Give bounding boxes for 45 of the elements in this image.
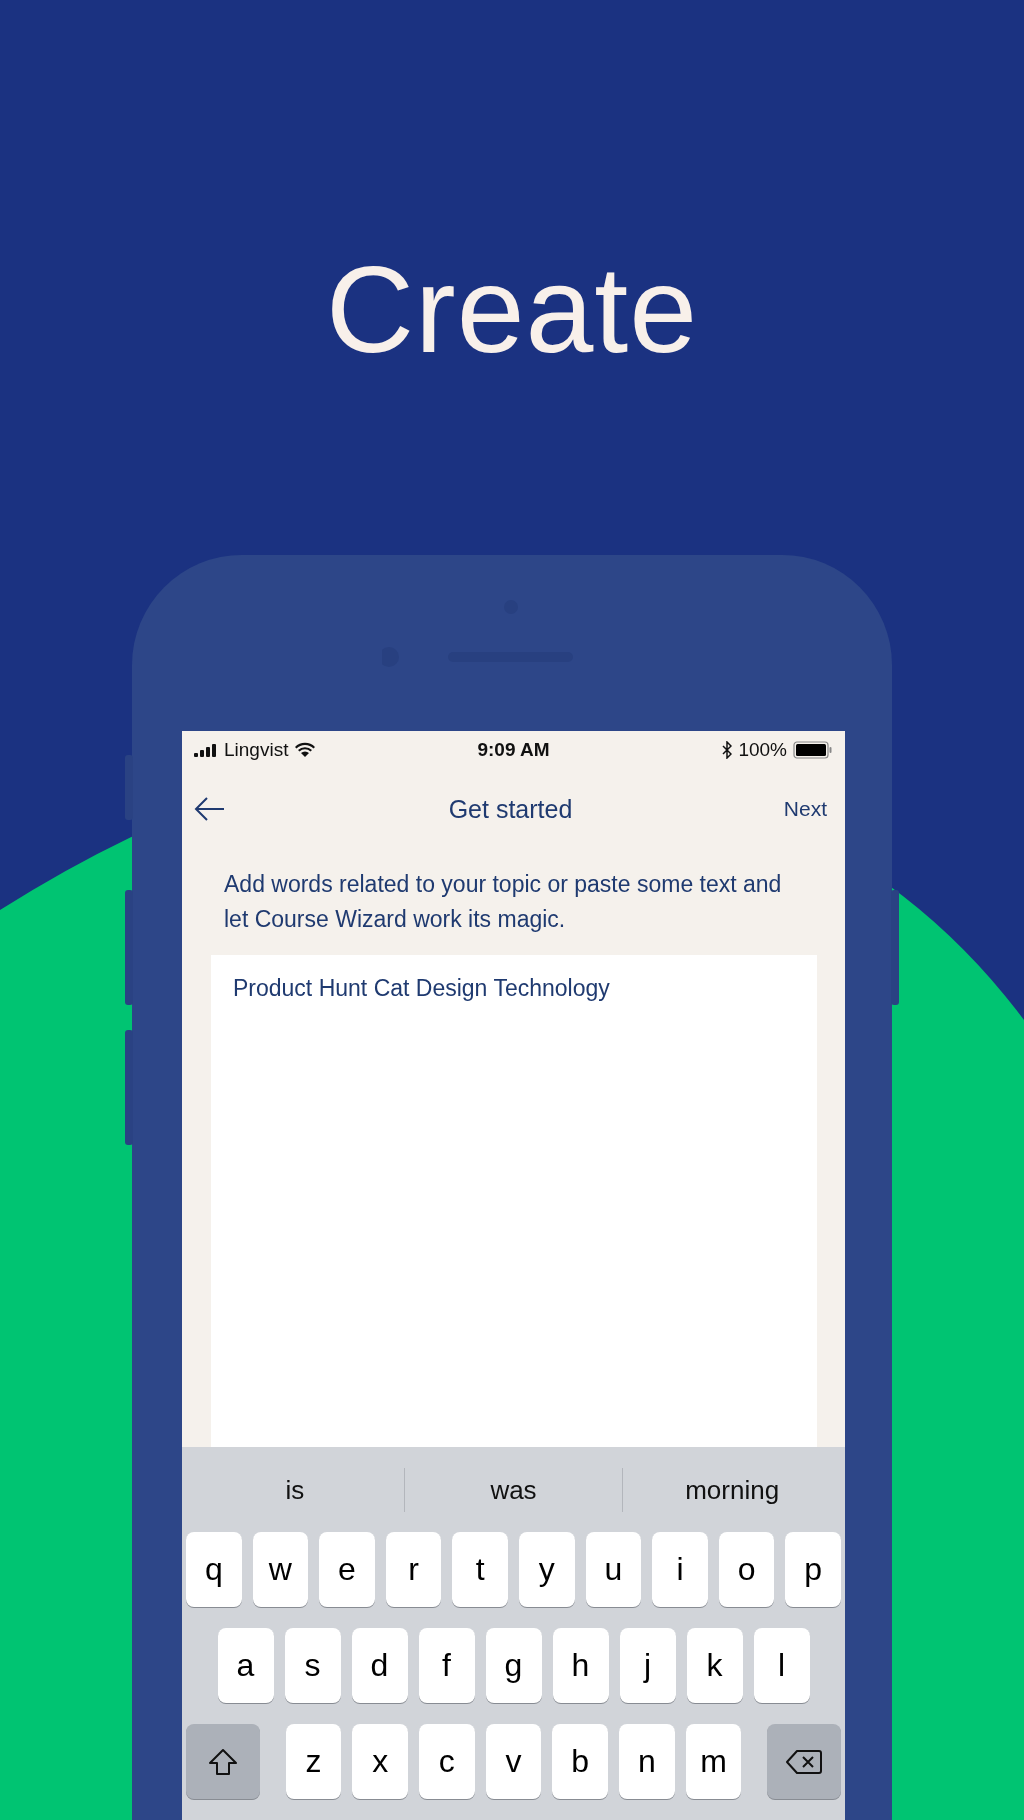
- keyboard-key[interactable]: z: [285, 1724, 342, 1799]
- keyboard-key[interactable]: u: [585, 1532, 642, 1607]
- keyboard-key[interactable]: p: [785, 1532, 841, 1607]
- headline: Create: [325, 241, 699, 380]
- keyboard-key[interactable]: j: [619, 1628, 676, 1703]
- bluetooth-icon: [722, 741, 733, 759]
- suggestion[interactable]: morning: [685, 1474, 780, 1505]
- delete-key[interactable]: [767, 1724, 841, 1799]
- keyboard-key[interactable]: e: [319, 1532, 375, 1607]
- keyboard-key[interactable]: w: [252, 1532, 309, 1607]
- keyboard-key[interactable]: g: [485, 1628, 542, 1703]
- keyboard-key[interactable]: v: [485, 1724, 542, 1799]
- suggestion[interactable]: is: [285, 1474, 305, 1505]
- status-time: 9:09 AM: [477, 739, 550, 761]
- keyboard-key[interactable]: c: [418, 1724, 475, 1799]
- keyboard-key[interactable]: i: [652, 1532, 708, 1607]
- keyboard-key[interactable]: a: [217, 1628, 274, 1703]
- keyboard-key[interactable]: k: [686, 1628, 743, 1703]
- keyboard-key[interactable]: m: [685, 1724, 742, 1799]
- keyboard-key[interactable]: n: [619, 1724, 675, 1799]
- signal-icon: [194, 743, 218, 757]
- backspace-icon: [785, 1747, 824, 1776]
- keyboard-key[interactable]: r: [385, 1532, 442, 1607]
- battery-percent: 100%: [738, 739, 787, 761]
- keyboard-key[interactable]: f: [418, 1628, 475, 1703]
- shift-key[interactable]: [186, 1724, 260, 1799]
- keyboard-key[interactable]: o: [718, 1532, 775, 1607]
- shift-icon: [207, 1747, 238, 1776]
- keyboard-key[interactable]: s: [284, 1628, 341, 1703]
- keyboard-key[interactable]: q: [186, 1532, 242, 1607]
- input-field[interactable]: Product Hunt Cat Design Technology: [211, 955, 817, 1447]
- keyboard-key[interactable]: h: [552, 1628, 609, 1703]
- carrier-name: Lingvist: [224, 739, 289, 761]
- battery-icon: [793, 741, 833, 759]
- screen-title: Get started: [448, 794, 573, 824]
- keyboard-key[interactable]: b: [552, 1724, 609, 1799]
- keyboard-key[interactable]: y: [519, 1532, 575, 1607]
- instructions-text: Add words related to your topic or paste some text and let Course Wizard work its magic.: [224, 870, 783, 934]
- keyboard-key[interactable]: d: [351, 1628, 408, 1703]
- wifi-icon: [294, 742, 317, 758]
- next-link[interactable]: Next: [767, 797, 827, 821]
- keyboard-key[interactable]: t: [452, 1532, 508, 1607]
- keyboard-key[interactable]: x: [352, 1724, 408, 1799]
- suggestion[interactable]: was: [490, 1474, 537, 1505]
- keyboard-key[interactable]: l: [753, 1628, 810, 1703]
